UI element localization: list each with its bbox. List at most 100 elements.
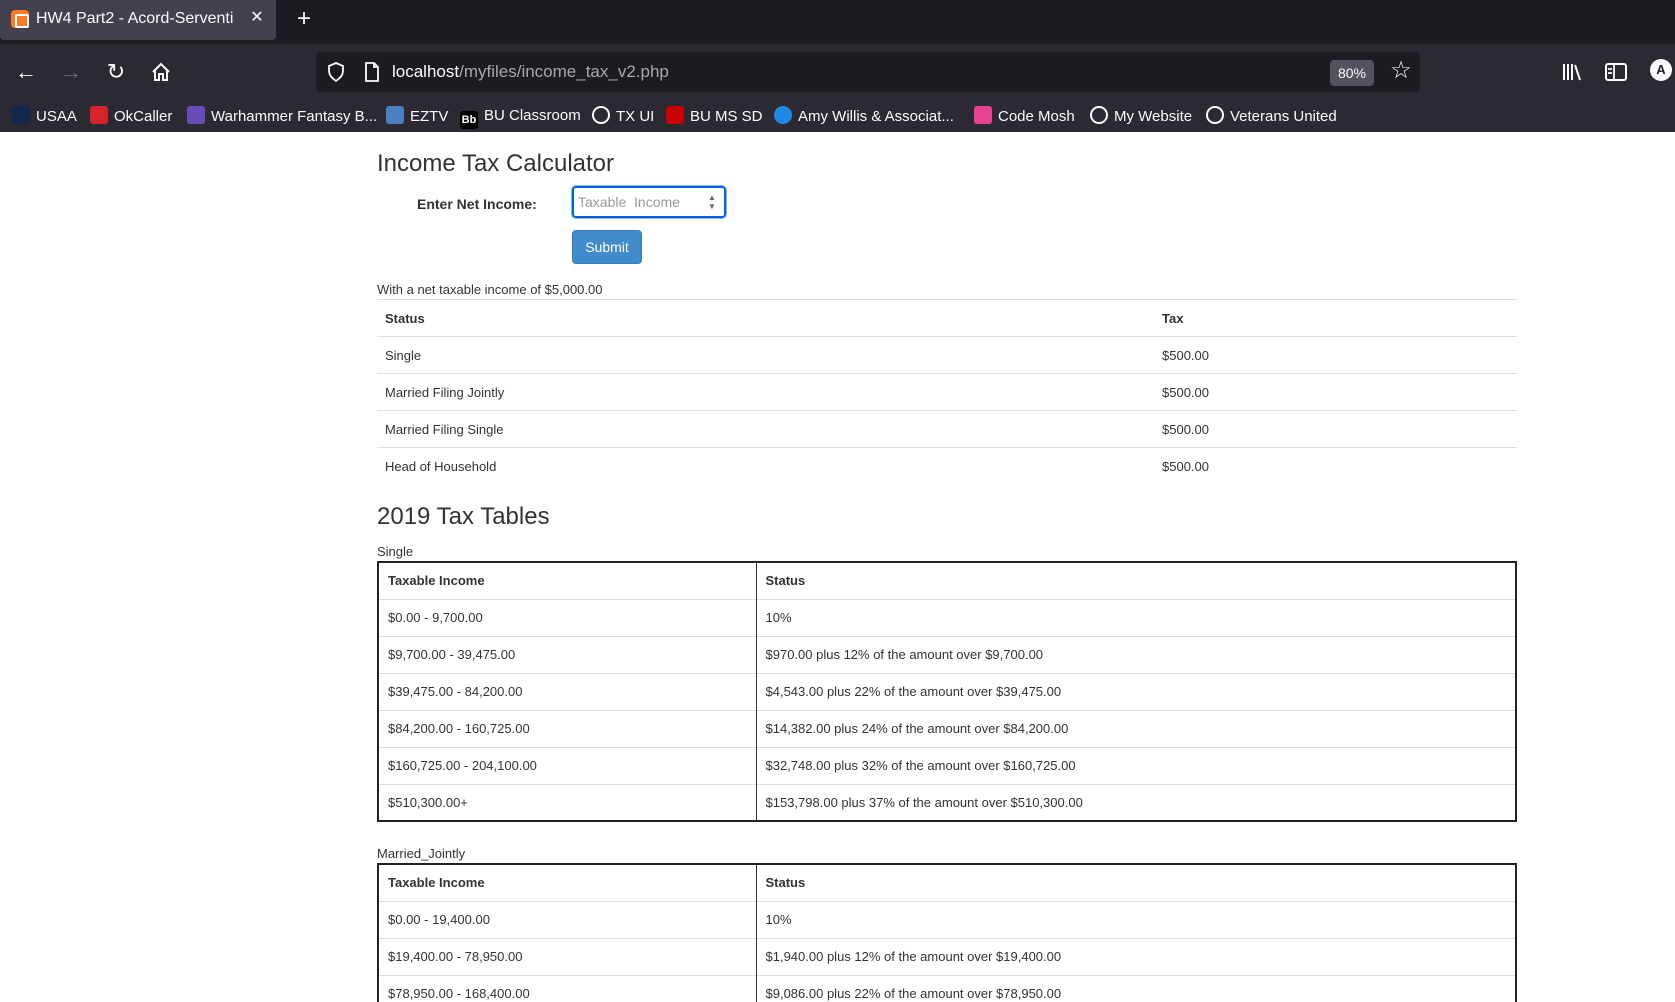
bookmark-eztv[interactable]: EZTV — [386, 106, 448, 126]
warhammer-icon — [187, 106, 205, 124]
table-row: Single $500.00 — [377, 336, 1517, 374]
table-cell: $510,300.00+ — [378, 783, 756, 821]
code-mosh-icon — [974, 106, 992, 124]
table-caption-single: Single — [377, 544, 414, 559]
table-cell: Single — [377, 336, 1154, 374]
table-cell: $78,950.00 - 168,400.00 — [378, 974, 756, 1002]
bookmark-amy-willis[interactable]: Amy Willis & Associat... — [774, 106, 954, 126]
table-row: Married Filing Jointly $500.00 — [377, 373, 1517, 411]
table-cell: $500.00 — [1154, 336, 1517, 374]
table-cell: $500.00 — [1154, 447, 1517, 485]
tax-tables-heading: 2019 Tax Tables — [377, 503, 550, 530]
bookmark-label: Warhammer Fantasy B... — [211, 108, 378, 125]
globe-icon — [1090, 106, 1108, 124]
bookmark-code-mosh[interactable]: Code Mosh — [974, 106, 1075, 126]
close-tab-icon[interactable]: ✕ — [246, 7, 268, 29]
bookmark-tx-ui[interactable]: TX UI — [592, 106, 654, 126]
table-cell: 10% — [755, 598, 1516, 636]
library-icon[interactable] — [1556, 56, 1588, 88]
column-header: Status — [755, 561, 1516, 599]
back-button[interactable]: ← — [10, 56, 42, 88]
bookmark-warhammer[interactable]: Warhammer Fantasy B... — [187, 106, 377, 126]
active-tab[interactable]: HW4 Part2 - Acord-Serventi ✕ — [0, 0, 276, 40]
table-row: $510,300.00+ $153,798.00 plus 37% of the … — [378, 783, 1516, 821]
number-spinner-icon[interactable]: ▲ ▼ — [706, 193, 718, 211]
tax-table-single: Taxable Income Status $0.00 - 9,700.00 10… — [377, 561, 1517, 822]
tax-table-married-jointly: Taxable Income Status $0.00 - 19,400.00 1… — [377, 863, 1517, 1002]
column-header: Tax — [1154, 299, 1517, 337]
table-header-row: Status Tax — [377, 299, 1517, 337]
table-row: $78,950.00 - 168,400.00 $9,086.00 plus 22… — [378, 974, 1516, 1002]
page-viewport: Income Tax Calculator Enter Net Income: … — [0, 132, 1675, 1002]
browser-chrome: HW4 Part2 - Acord-Serventi ✕ + ← → ↻ loc… — [0, 0, 1675, 132]
tab-title: HW4 Part2 - Acord-Serventi — [36, 10, 234, 27]
bookmark-my-website[interactable]: My Website — [1090, 106, 1192, 126]
bookmark-bu-classroom[interactable]: Bb BU Classroom — [460, 106, 581, 129]
tracking-protection-shield-icon[interactable] — [326, 62, 346, 82]
table-cell: $84,200.00 - 160,725.00 — [378, 709, 756, 747]
table-row: $39,475.00 - 84,200.00 $4,543.00 plus 22%… — [378, 672, 1516, 710]
sidebar-icon[interactable] — [1600, 56, 1632, 88]
table-row: $160,725.00 - 204,100.00 $32,748.00 plus … — [378, 746, 1516, 784]
table-cell: $500.00 — [1154, 373, 1517, 411]
bookmark-star-icon[interactable]: ☆ — [1386, 56, 1416, 86]
bookmark-label: TX UI — [616, 108, 655, 125]
column-header: Taxable Income — [378, 561, 756, 599]
table-cell: $1,940.00 plus 12% of the amount over $1… — [755, 937, 1516, 975]
income-label: Enter Net Income: — [417, 196, 537, 212]
table-cell: $500.00 — [1154, 410, 1517, 448]
bookmark-okcaller[interactable]: OkCaller — [90, 106, 172, 126]
bookmark-usaa[interactable]: USAA — [12, 106, 77, 126]
url-text[interactable]: localhost/myfiles/income_tax_v2.php — [392, 62, 669, 82]
blackboard-icon: Bb — [460, 111, 478, 129]
bu-icon — [666, 106, 684, 124]
bookmark-label: My Website — [1114, 108, 1193, 125]
bookmarks-toolbar: USAA OkCaller Warhammer Fantasy B... EZT… — [0, 100, 1675, 132]
forward-button[interactable]: → — [55, 56, 87, 88]
amy-willis-icon — [774, 106, 792, 124]
url-bar[interactable]: localhost/myfiles/income_tax_v2.php 80% … — [316, 52, 1420, 92]
table-row: $9,700.00 - 39,475.00 $970.00 plus 12% of… — [378, 635, 1516, 673]
result-summary: With a net taxable income of $5,000.00 — [377, 282, 603, 297]
column-header: Status — [755, 863, 1516, 901]
xampp-favicon-icon — [11, 10, 29, 28]
table-cell: $4,543.00 plus 22% of the amount over $3… — [755, 672, 1516, 710]
page-info-icon[interactable] — [362, 62, 382, 82]
table-cell: $39,475.00 - 84,200.00 — [378, 672, 756, 710]
usaa-icon — [12, 106, 30, 124]
table-cell: $970.00 plus 12% of the amount over $9,7… — [755, 635, 1516, 673]
okcaller-icon — [90, 106, 108, 124]
bookmark-label: BU MS SD — [690, 108, 763, 125]
table-cell: $0.00 - 19,400.00 — [378, 900, 756, 938]
table-cell: $32,748.00 plus 32% of the amount over $… — [755, 746, 1516, 784]
bookmark-label: USAA — [36, 108, 77, 125]
bookmark-label: Code Mosh — [998, 108, 1075, 125]
zoom-level-badge[interactable]: 80% — [1330, 60, 1374, 86]
reload-button[interactable]: ↻ — [100, 56, 132, 88]
bookmark-label: Veterans United — [1230, 108, 1337, 125]
table-cell: 10% — [755, 900, 1516, 938]
home-icon — [152, 62, 170, 81]
table-row: Head of Household $500.00 — [377, 447, 1517, 485]
table-cell: $153,798.00 plus 37% of the amount over … — [755, 783, 1516, 821]
eztv-icon — [386, 106, 404, 124]
account-avatar[interactable]: A — [1650, 59, 1672, 81]
income-input[interactable] — [578, 192, 698, 212]
table-cell: $0.00 - 9,700.00 — [378, 598, 756, 636]
home-button[interactable] — [145, 56, 177, 88]
column-header: Taxable Income — [378, 863, 756, 901]
page-title: Income Tax Calculator — [377, 150, 614, 177]
bookmark-bu-ms-sd[interactable]: BU MS SD — [666, 106, 763, 126]
bookmark-label: OkCaller — [114, 108, 173, 125]
url-host: localhost — [392, 62, 460, 81]
submit-button[interactable]: Submit — [572, 230, 642, 264]
globe-icon — [1206, 106, 1224, 124]
bookmark-veterans-united[interactable]: Veterans United — [1206, 106, 1337, 126]
table-header-row: Taxable Income Status — [378, 561, 1516, 599]
income-field-wrapper[interactable]: ▲▼ — [571, 185, 727, 219]
url-path: /myfiles/income_tax_v2.php — [459, 62, 669, 81]
table-cell: $9,086.00 plus 22% of the amount over $7… — [755, 974, 1516, 1002]
table-cell: Head of Household — [377, 447, 1154, 485]
bookmark-label: Amy Willis & Associat... — [798, 108, 954, 125]
new-tab-button[interactable]: + — [290, 6, 318, 34]
